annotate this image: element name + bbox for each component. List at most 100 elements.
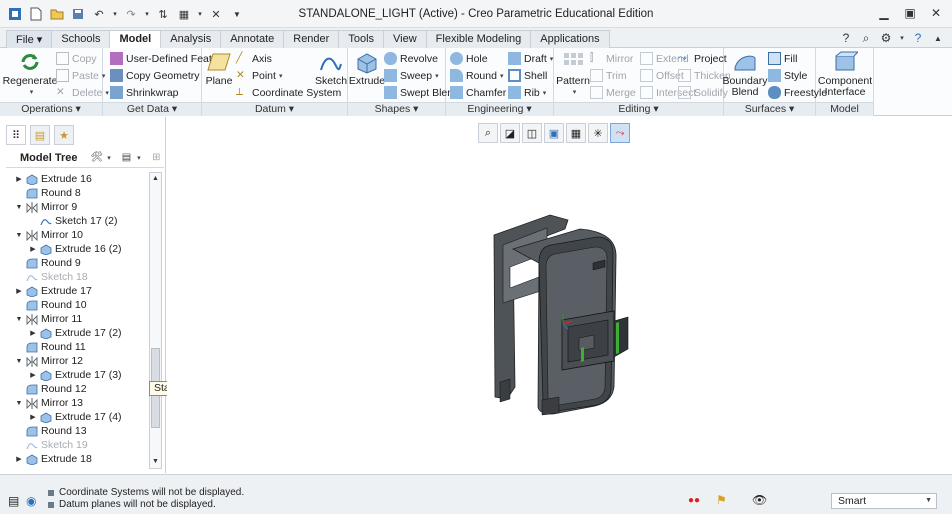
model-3d-view[interactable] [167,117,952,473]
group-label-get-data[interactable]: Get Data ▾ [103,102,201,116]
tab-tools[interactable]: Tools [338,30,385,48]
revolve-button[interactable]: Revolve [384,52,438,65]
zoom-in-button[interactable]: ◪ [500,123,520,143]
refit-button[interactable]: ⌕ [478,123,498,143]
rib-button[interactable]: Rib ▾ [508,86,546,99]
axis-button[interactable]: ╱ Axis [236,52,272,65]
tree-item[interactable]: ▼ Mirror 10 [6,228,148,242]
tree-item[interactable]: ▶ Extrude 16 [6,172,148,186]
group-label-datum[interactable]: Datum ▾ [202,102,347,116]
pattern-button[interactable]: Pattern ▾ [556,50,590,98]
sweep-button[interactable]: Sweep ▾ [384,69,439,82]
search-icon[interactable]: ⌕ [858,30,874,46]
group-label-shapes[interactable]: Shapes ▾ [348,102,445,116]
point-button[interactable]: ✕ Point ▾ [236,69,282,82]
group-label-surfaces[interactable]: Surfaces ▾ [724,102,815,116]
delete-button[interactable]: ✕ Delete ▾ [56,86,109,99]
tree-item[interactable]: Sketch 19 [6,438,148,452]
help-icon[interactable]: ? [838,30,854,46]
show-navigator-icon[interactable]: ▤ [8,494,19,508]
close-icon[interactable]: ✕ [926,4,946,22]
maximize-icon[interactable]: ▣ [900,4,920,22]
regenerate-button[interactable]: Regenerate ▾ [3,50,57,98]
tree-show-icon[interactable]: ▤ [119,150,134,166]
tree-item[interactable]: Sketch 18 [6,270,148,284]
tab-render[interactable]: Render [283,30,340,48]
tab-schools[interactable]: Schools [51,30,111,48]
collapse-icon[interactable]: ▼ [14,358,24,365]
hole-button[interactable]: Hole [450,52,488,65]
tree-settings-dropdown-icon[interactable]: ▾ [105,150,113,166]
tree-item[interactable]: ▶ Extrude 17 (2) [6,326,148,340]
coordinate-system-button[interactable]: ⟂ Coordinate System [236,86,341,99]
tree-item[interactable]: ▶ Extrude 17 (4) [6,410,148,424]
paste-button[interactable]: Paste ▾ [56,69,105,82]
extrude-button[interactable]: Extrude [349,50,385,87]
tree-item[interactable]: ▶ Extrude 17 [6,284,148,298]
display-style-button[interactable]: ▦ [566,123,586,143]
tab-view[interactable]: View [383,30,427,48]
scroll-down-icon[interactable]: ▼ [150,456,161,468]
tree-item[interactable]: Round 13 [6,424,148,438]
component-interface-button[interactable]: Component Interface [818,50,872,98]
tree-filter-icon[interactable]: ⊞ [149,150,164,166]
model-tree-tab[interactable]: ⠿ [6,125,26,145]
tab-annotate[interactable]: Annotate [220,30,285,48]
tree-item[interactable]: Round 9 [6,256,148,270]
tree-item[interactable]: ▼ Mirror 12 [6,354,148,368]
tree-settings-icon[interactable]: 🛠 [89,150,104,166]
collapse-icon[interactable]: ▼ [14,204,24,211]
settings-dropdown-icon[interactable]: ▾ [898,30,906,46]
zoom-out-button[interactable]: ◫ [522,123,542,143]
round-button[interactable]: Round ▾ [450,69,503,82]
find-icon[interactable]: 👁 [752,493,767,507]
project-button[interactable]: ⤳ Project [678,52,727,65]
draft-button[interactable]: Draft ▾ [508,52,553,65]
expand-icon[interactable]: ▶ [28,329,38,337]
flag-icon[interactable]: ⚑ [716,493,727,507]
tab-analysis[interactable]: Analysis [160,30,222,48]
group-label-operations[interactable]: Operations ▾ [0,102,102,116]
folder-browser-tab[interactable]: ▤ [30,125,50,145]
expand-icon[interactable]: ▶ [28,245,38,253]
tab-applications[interactable]: Applications [530,30,610,48]
scroll-up-icon[interactable]: ▲ [150,173,161,185]
fill-button[interactable]: Fill [768,52,797,65]
tree-item[interactable]: Round 8 [6,186,148,200]
shell-button[interactable]: Shell [508,69,547,82]
model-tree-scrollbar[interactable]: ▲ ▼ [149,172,162,469]
collapse-icon[interactable]: ▼ [14,316,24,323]
group-label-editing[interactable]: Editing ▾ [554,102,723,116]
tree-item[interactable]: Round 11 [6,340,148,354]
expand-icon[interactable]: ▶ [14,455,24,463]
tree-item[interactable]: ▼ Mirror 9 [6,200,148,214]
info-icon[interactable]: ? [910,30,926,46]
browser-icon[interactable]: ◉ [26,494,36,508]
graphics-window[interactable] [167,117,952,473]
tree-item[interactable]: Round 10 [6,298,148,312]
tree-item[interactable]: ▼ Mirror 11 [6,312,148,326]
group-label-model-intent[interactable]: Model Intent ▾ [816,102,873,128]
style-button[interactable]: Style [768,69,807,82]
favorites-tab[interactable]: ★ [54,125,74,145]
tree-item[interactable]: ▶ Extrude 17 (3) [6,368,148,382]
saved-views-button[interactable]: ▣ [544,123,564,143]
spin-center-button[interactable]: ⤳ [610,123,630,143]
trim-button[interactable]: Trim [590,69,627,82]
tab-file[interactable]: File ▾ [6,30,53,48]
tree-item[interactable]: Sketch 17 (2) [6,214,148,228]
tab-flexible-modeling[interactable]: Flexible Modeling [425,30,532,48]
expand-icon[interactable]: ▶ [14,287,24,295]
mirror-button[interactable]: ⫿ Mirror [590,52,633,65]
merge-button[interactable]: Merge [590,86,636,99]
expand-icon[interactable]: ▶ [14,175,24,183]
expand-icon[interactable]: ▶ [28,413,38,421]
plane-button[interactable]: Plane [205,50,233,87]
group-label-engineering[interactable]: Engineering ▾ [446,102,553,116]
record-icon[interactable]: ●● [688,495,700,506]
tree-item[interactable]: ▶ Extrude 18 [6,452,148,466]
tree-show-dropdown-icon[interactable]: ▾ [135,150,143,166]
tree-item[interactable]: ▼ Mirror 13 [6,396,148,410]
collapse-icon[interactable]: ▼ [14,232,24,239]
shrinkwrap-button[interactable]: Shrinkwrap [110,86,179,99]
